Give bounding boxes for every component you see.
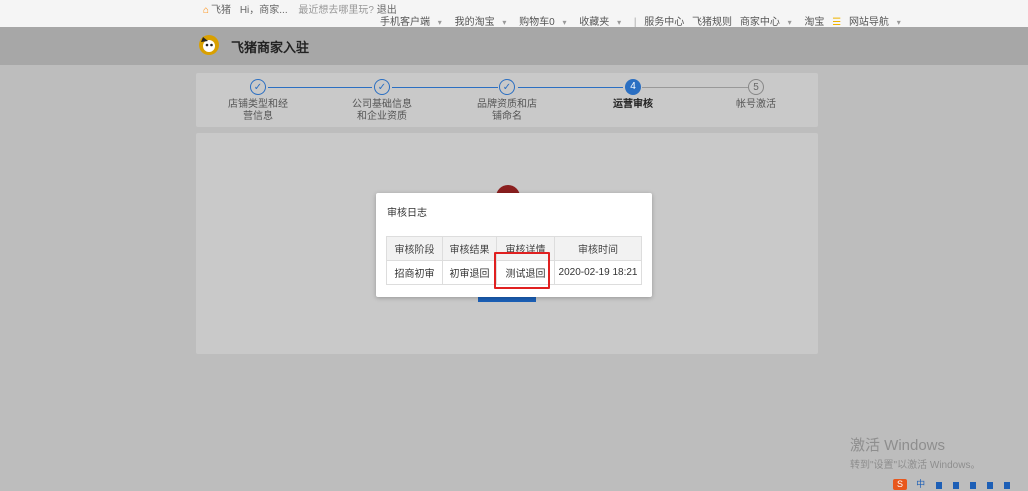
check-icon: ✓ bbox=[250, 79, 266, 95]
column-header: 审核结果 bbox=[442, 236, 497, 261]
greeting-text: Hi，商家... bbox=[239, 5, 288, 16]
step-number: 4 bbox=[625, 79, 641, 95]
step-1: ✓ 店铺类型和经营信息 bbox=[208, 79, 308, 123]
column-header: 审核阶段 bbox=[386, 236, 443, 261]
ad-link[interactable]: 最近想去哪里玩? bbox=[298, 5, 374, 16]
emoji-icon[interactable] bbox=[953, 482, 960, 489]
chevron-down-icon: ▾ bbox=[896, 18, 901, 27]
chevron-down-icon: ▾ bbox=[562, 18, 567, 27]
step-4: 4 运营审核 bbox=[583, 79, 683, 111]
step-label: 运营审核 bbox=[613, 99, 653, 110]
chevron-down-icon: ▾ bbox=[502, 18, 507, 27]
home-icon[interactable]: ⌂ bbox=[203, 5, 209, 16]
microphone-icon[interactable] bbox=[970, 482, 977, 489]
top-links-row: 手机客户端 ▾ 我的淘宝 ▾ 购物车0 ▾ 收藏夹 ▾ | 服务中心 飞猪规则 … bbox=[380, 13, 911, 28]
step-label: 帐号激活 bbox=[736, 99, 776, 110]
toolbox-icon[interactable] bbox=[1004, 482, 1011, 489]
step-label: 店铺类型和经营信息 bbox=[228, 99, 288, 122]
page-header: 飞猪商家入驻 bbox=[0, 27, 1028, 65]
activation-watermark-subtitle: 转到"设置"以激活 Windows。 bbox=[850, 460, 981, 471]
step-2: ✓ 公司基础信息和企业资质 bbox=[332, 79, 432, 123]
check-icon: ✓ bbox=[499, 79, 515, 95]
ime-toolbar: S 中 bbox=[893, 479, 1028, 490]
review-stage-cell: 招商初审 bbox=[386, 260, 443, 285]
activation-watermark-title: 激活 Windows bbox=[850, 437, 946, 454]
chevron-down-icon: ▾ bbox=[787, 18, 792, 27]
progress-steps: ✓ 店铺类型和经营信息 ✓ 公司基础信息和企业资质 ✓ 品牌资质和店铺命名 4 … bbox=[196, 73, 818, 127]
review-result-cell: 初审退回 bbox=[442, 260, 497, 285]
step-number: 5 bbox=[748, 79, 764, 95]
step-5: 5 帐号激活 bbox=[706, 79, 806, 111]
step-label: 品牌资质和店铺命名 bbox=[477, 99, 537, 122]
ime-language[interactable]: 中 bbox=[916, 479, 925, 489]
punctuation-icon[interactable] bbox=[936, 482, 943, 489]
page-title: 飞猪商家入驻 bbox=[231, 40, 310, 55]
check-icon: ✓ bbox=[374, 79, 390, 95]
home-link[interactable]: 飞猪 bbox=[211, 5, 231, 16]
chevron-down-icon: ▾ bbox=[437, 18, 442, 27]
top-greeting-row: ⌂ 飞猪 Hi，商家... 最近想去哪里玩? 退出 bbox=[203, 1, 397, 16]
step-3: ✓ 品牌资质和店铺命名 bbox=[457, 79, 557, 123]
keyboard-icon[interactable] bbox=[987, 482, 994, 489]
sogou-logo-icon[interactable]: S bbox=[893, 479, 907, 490]
chevron-down-icon: ▾ bbox=[617, 18, 622, 27]
dialog-title: 审核日志 bbox=[387, 208, 427, 219]
fliggy-logo-icon bbox=[199, 35, 219, 55]
review-time-cell: 2020-02-19 18:21 bbox=[554, 260, 642, 285]
annotation-highlight-box bbox=[494, 252, 550, 289]
step-label: 公司基础信息和企业资质 bbox=[352, 99, 412, 122]
top-navigation-bar: ⌂ 飞猪 Hi，商家... 最近想去哪里玩? 退出 手机客户端 ▾ 我的淘宝 ▾ … bbox=[0, 0, 1028, 28]
column-header: 审核时间 bbox=[554, 236, 642, 261]
